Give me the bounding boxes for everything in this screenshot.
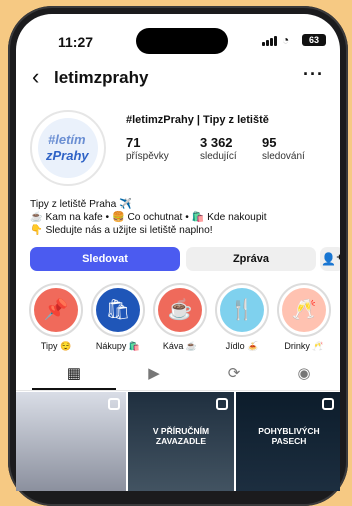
highlight-circle: ☕ — [153, 283, 207, 337]
post-title: V PŘÍRUČNÍM ZAVAZADLE — [152, 426, 210, 446]
posts-grid: V PŘÍRUČNÍM ZAVAZADLE POHYBLIVÝCH PASECH — [16, 392, 340, 491]
highlight-kava[interactable]: ☕ Káva ☕ — [150, 283, 210, 352]
stat-followers-value: 3 362 — [200, 135, 233, 150]
stat-following[interactable]: 95 sledování — [262, 135, 305, 162]
post-tile[interactable] — [16, 392, 126, 491]
active-tab-indicator — [32, 388, 116, 390]
bag-icon: 🛍 — [96, 288, 140, 332]
stat-posts[interactable]: 71 příspěvky — [126, 135, 169, 162]
more-icon[interactable]: ··· — [303, 64, 324, 85]
bio-line: ☕ Kam na kafe • 🍔 Co ochutnat • 🛍️ Kde n… — [30, 212, 267, 223]
status-bar: 11:27 ◔ 63 — [16, 14, 340, 54]
stat-posts-value: 71 — [126, 135, 141, 150]
stat-following-label: sledování — [262, 151, 305, 162]
post-title: POHYBLIVÝCH PASECH — [258, 426, 320, 446]
post-tile[interactable]: POHYBLIVÝCH PASECH — [236, 392, 340, 491]
stat-following-value: 95 — [262, 135, 277, 150]
highlight-jidlo[interactable]: 🍴 Jídlo 🍝 — [212, 283, 272, 352]
avatar-text-bottom: zPrahy — [46, 148, 89, 163]
profile-username: letimzprahy — [54, 68, 149, 87]
reels-icon[interactable]: ▶ — [114, 364, 194, 382]
bio-line: 👇 Sledujte nás a užijte si letiště napln… — [30, 225, 213, 236]
screen: 11:27 ◔ 63 ‹ letimzprahy ··· #letím zPra… — [16, 14, 340, 491]
highlight-circle: 🛍 — [91, 283, 145, 337]
dynamic-island — [136, 28, 228, 54]
wifi-icon: ◔ — [282, 33, 290, 47]
message-button[interactable]: Zpráva — [186, 247, 316, 271]
post-tile[interactable]: V PŘÍRUČNÍM ZAVAZADLE — [128, 392, 234, 491]
highlight-label: Tipy 😌 — [40, 341, 72, 351]
coffee-icon: ☕ — [158, 288, 202, 332]
tagged-icon[interactable]: ◉ — [264, 364, 340, 382]
avatar-text-top: #letím — [48, 132, 86, 147]
highlight-circle: 📌 — [29, 283, 83, 337]
highlight-tipy[interactable]: 📌 Tipy 😌 — [26, 283, 86, 352]
highlight-circle: 🍴 — [215, 283, 269, 337]
bio-line: Tipy z letiště Praha ✈️ — [30, 199, 132, 210]
highlight-label: Káva ☕ — [162, 341, 198, 351]
stat-followers-label: sledující — [200, 151, 237, 162]
add-user-button[interactable]: 👤⁺ — [320, 247, 340, 271]
battery-icon: 63 — [302, 34, 326, 46]
stat-posts-label: příspěvky — [126, 151, 169, 162]
follow-button[interactable]: Sledovat — [30, 247, 180, 271]
reel-badge-icon — [216, 398, 228, 410]
profile-nav: ‹ letimzprahy ··· — [16, 64, 340, 92]
highlight-label: Drinky 🥂 — [284, 341, 324, 351]
repost-icon[interactable]: ⟳ — [194, 364, 274, 382]
pin-icon: 📌 — [34, 288, 78, 332]
back-icon[interactable]: ‹ — [32, 66, 39, 88]
signal-icon — [262, 36, 278, 46]
fork-knife-icon: 🍴 — [220, 288, 264, 332]
profile-tabs: ▦ ▶ ⟳ ◉ — [16, 362, 340, 391]
highlight-circle: 🥂 — [277, 283, 331, 337]
avatar[interactable]: #letím zPrahy — [30, 110, 106, 186]
status-time: 11:27 — [58, 34, 94, 50]
avatar-logo: #letím zPrahy — [38, 118, 98, 178]
grid-icon[interactable]: ▦ — [34, 364, 114, 382]
reel-badge-icon — [108, 398, 120, 410]
champagne-icon: 🥂 — [282, 288, 326, 332]
profile-name: #letimzPrahy | Tipy z letiště — [126, 114, 269, 126]
highlight-drinky[interactable]: 🥂 Drinky 🥂 — [274, 283, 334, 352]
stat-followers[interactable]: 3 362 sledující — [200, 135, 237, 162]
highlight-nakupy[interactable]: 🛍 Nákupy 🛍️ — [88, 283, 148, 352]
bio: Tipy z letiště Praha ✈️ ☕ Kam na kafe • … — [30, 198, 330, 237]
highlight-label: Jídlo 🍝 — [225, 341, 259, 351]
highlight-label: Nákupy 🛍️ — [95, 341, 141, 351]
reel-badge-icon — [322, 398, 334, 410]
